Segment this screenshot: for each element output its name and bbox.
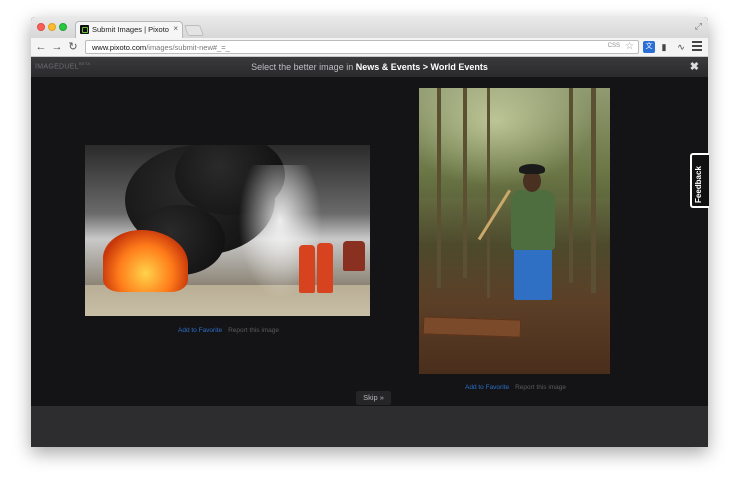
feedback-tab[interactable]: Feedback: [690, 153, 709, 208]
star-icon[interactable]: ☆: [625, 41, 634, 52]
browser-toolbar: ← → ↻ www.pixoto.com/images/submit-new#_…: [31, 38, 708, 57]
address-bar[interactable]: www.pixoto.com/images/submit-new#_=_ CSS…: [85, 40, 639, 54]
lock-extension-icon[interactable]: ▮: [659, 41, 669, 53]
close-icon[interactable]: ✖: [690, 60, 699, 73]
browser-tab[interactable]: Submit Images | Pixoto ×: [75, 21, 183, 38]
pixoto-favicon-icon: [80, 25, 89, 34]
image-actions-left: Add to Favorite Report this image: [178, 327, 279, 334]
tab-title: Submit Images | Pixoto: [92, 25, 169, 34]
feedback-label: Feedback: [694, 166, 703, 203]
css-badge[interactable]: CSS: [608, 43, 620, 49]
url-text: www.pixoto.com/images/submit-new#_=_: [92, 43, 230, 52]
duel-header: IMAGEDUELBETA Select the better image in…: [31, 57, 708, 77]
fullscreen-icon[interactable]: ⤢: [695, 21, 702, 32]
page-content: IMAGEDUELBETA Select the better image in…: [31, 57, 708, 447]
duel-image-right[interactable]: [419, 88, 610, 374]
back-icon[interactable]: ←: [35, 40, 47, 54]
report-image-link[interactable]: Report this image: [515, 384, 566, 391]
add-to-favorite-link[interactable]: Add to Favorite: [178, 327, 222, 334]
menu-icon[interactable]: [692, 41, 702, 53]
image-actions-right: Add to Favorite Report this image: [465, 384, 566, 391]
minimize-window-button[interactable]: [48, 23, 56, 31]
close-window-button[interactable]: [37, 23, 45, 31]
add-to-favorite-link[interactable]: Add to Favorite: [465, 384, 509, 391]
duel-image-left[interactable]: [85, 145, 370, 316]
maximize-window-button[interactable]: [59, 23, 67, 31]
tab-close-icon[interactable]: ×: [173, 24, 178, 33]
new-tab-button[interactable]: [183, 25, 205, 36]
browser-window: Submit Images | Pixoto × ⤢ ← → ↻ www.pix…: [31, 17, 708, 447]
title-bar: Submit Images | Pixoto × ⤢: [31, 17, 708, 38]
report-image-link[interactable]: Report this image: [228, 327, 279, 334]
reload-icon[interactable]: ↻: [67, 40, 79, 54]
subcategory-name: World Events: [430, 62, 488, 72]
duel-prompt: Select the better image in News & Events…: [251, 62, 488, 72]
translate-extension-icon[interactable]: 文: [643, 41, 655, 53]
skip-button[interactable]: Skip »: [356, 391, 391, 405]
forward-icon[interactable]: →: [51, 40, 63, 54]
page-footer: [31, 406, 708, 447]
category-name: News & Events: [355, 62, 421, 72]
pulse-extension-icon[interactable]: ∿: [675, 41, 687, 53]
